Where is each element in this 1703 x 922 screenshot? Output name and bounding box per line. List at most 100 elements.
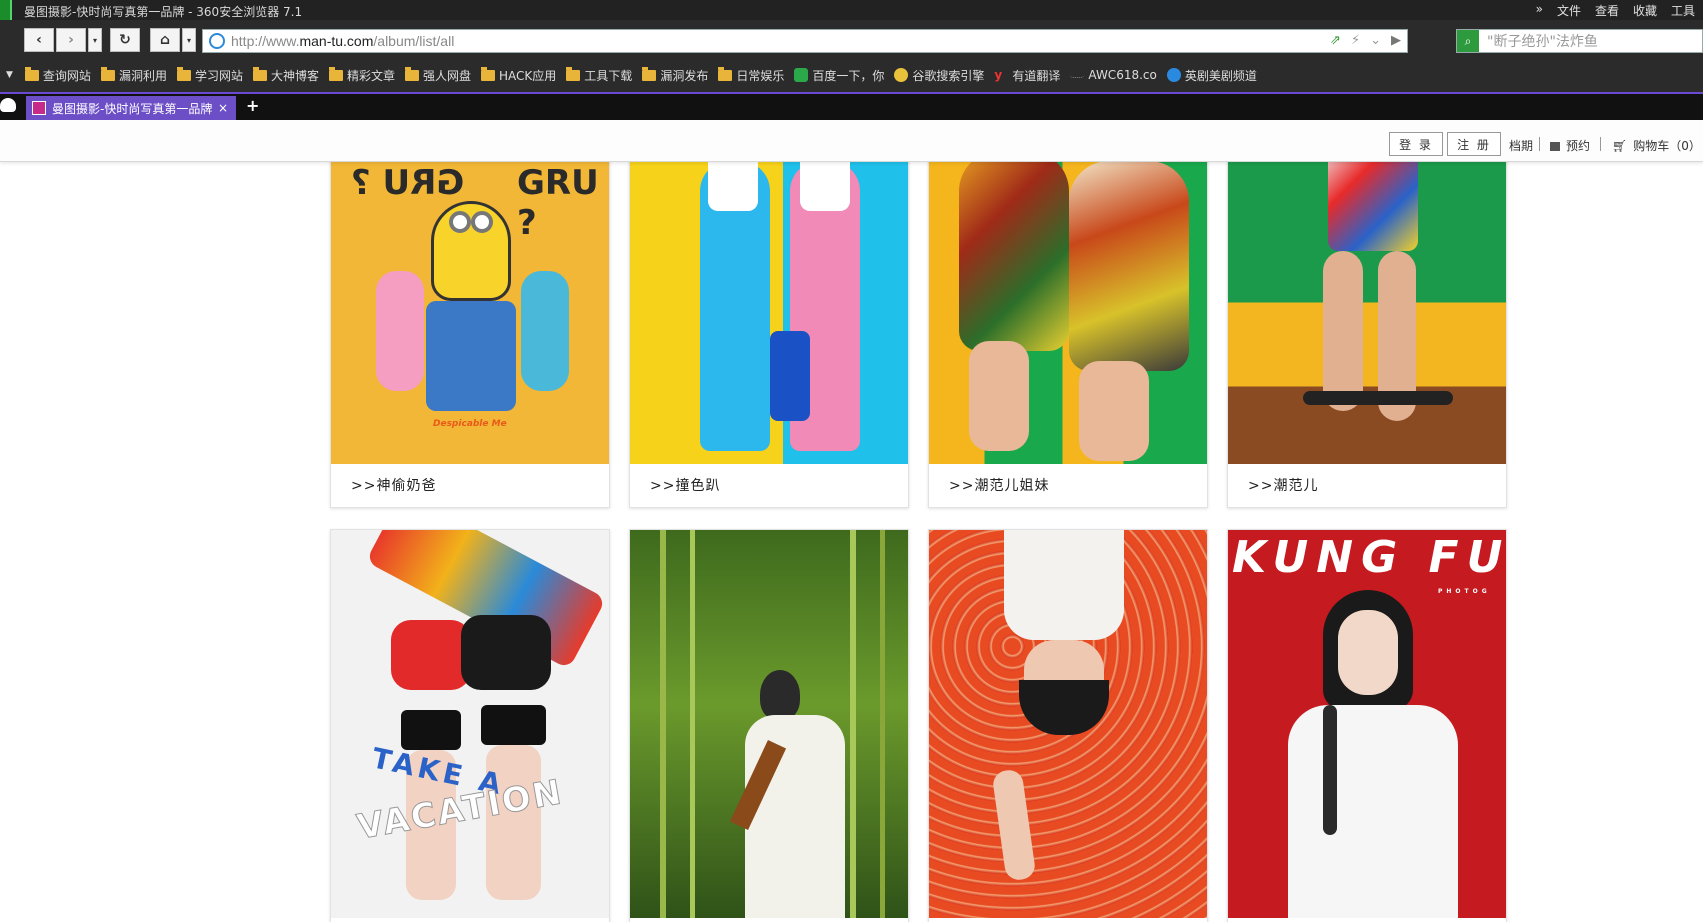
menu-more-button[interactable]: » xyxy=(1536,2,1543,19)
album-card[interactable]: >>潮范儿 xyxy=(1227,140,1507,508)
bookmark-item[interactable]: 精彩文章 xyxy=(328,66,395,84)
album-photo[interactable]: KUNG FU PHOTOG xyxy=(1228,530,1506,918)
cart-icon: 🛒︎ xyxy=(1612,139,1628,153)
album-photo[interactable] xyxy=(630,530,908,918)
folder-icon xyxy=(24,66,39,81)
bamboo-stalk xyxy=(660,530,666,918)
search-box[interactable]: ⌕ "断子绝孙"法炸鱼 xyxy=(1456,29,1703,53)
home-dropdown-button[interactable]: ▾ xyxy=(182,28,196,52)
schedule-link[interactable]: 档期 xyxy=(1509,137,1533,154)
search-engine-icon[interactable]: ⌕ xyxy=(1457,30,1479,52)
share-icon[interactable]: ⇗ xyxy=(1330,33,1341,48)
bookmark-item[interactable]: 工具下载 xyxy=(566,66,633,84)
speed-mode-icon[interactable]: ⚡ xyxy=(1351,33,1360,48)
cloud-icon[interactable] xyxy=(0,98,16,112)
album-caption[interactable]: >>神偷奶爸 xyxy=(351,475,436,495)
youdao-icon: y xyxy=(994,68,1003,82)
go-icon[interactable]: ▶ xyxy=(1391,33,1401,48)
bookmark-item[interactable]: 大神博客 xyxy=(252,66,319,84)
menu-view[interactable]: 查看 xyxy=(1595,2,1619,19)
minion-goggle xyxy=(471,211,493,233)
forward-button[interactable]: › xyxy=(56,28,86,52)
menu-favorites[interactable]: 收藏 xyxy=(1633,2,1657,19)
folder-icon xyxy=(718,66,733,81)
bookmark-label: 工具下载 xyxy=(584,68,633,83)
minion-overalls xyxy=(426,301,516,411)
url-path: /album/list/all xyxy=(373,33,455,49)
bookmark-item[interactable]: 百度一下，你 xyxy=(794,67,884,84)
refresh-button[interactable]: ↻ xyxy=(110,28,140,52)
model-arm xyxy=(991,768,1037,882)
bookmark-label: 学习网站 xyxy=(194,68,243,83)
menu-tools[interactable]: 工具 xyxy=(1671,2,1695,19)
bookmark-item[interactable]: y 有道翻译 xyxy=(994,67,1060,84)
bookmarks-menu-icon[interactable]: ▼ xyxy=(6,70,13,80)
chevron-down-icon[interactable]: ⌄ xyxy=(1370,33,1381,48)
album-photo[interactable] xyxy=(929,530,1207,918)
bookmark-label: 谷歌搜索引擎 xyxy=(912,68,985,83)
back-button[interactable]: ‹ xyxy=(24,28,54,52)
bookmark-item[interactable]: 日常娱乐 xyxy=(718,66,784,84)
bookmarks-bar: ▼ 查询网站 漏洞利用 学习网站 大神博客 精彩文章 强人网盘 HACK应用 工… xyxy=(0,58,1703,92)
album-card[interactable]: GRU ? GRU ? Despicable Me >>神偷奶爸 xyxy=(330,140,610,508)
bamboo-stalk xyxy=(690,530,695,918)
album-caption[interactable]: >>潮范儿 xyxy=(1248,475,1318,495)
model-hair xyxy=(1019,680,1109,735)
album-card[interactable] xyxy=(629,529,909,922)
bookmark-item[interactable]: 漏洞利用 xyxy=(100,66,167,84)
album-photo[interactable] xyxy=(1228,141,1506,464)
bookmark-item[interactable]: 漏洞发布 xyxy=(642,66,708,84)
album-photo[interactable] xyxy=(929,141,1207,464)
refresh-icon: ↻ xyxy=(119,32,131,48)
minion-figure xyxy=(431,201,511,301)
register-button[interactable]: 注 册 xyxy=(1447,132,1501,156)
bookmark-item[interactable]: 谷歌搜索引擎 xyxy=(894,67,984,84)
globe-icon xyxy=(209,33,225,49)
album-photo[interactable]: GRU ? GRU ? Despicable Me xyxy=(331,141,609,464)
cart-link[interactable]: 🛒︎ 购物车（0） xyxy=(1612,137,1701,154)
folder-icon xyxy=(566,66,581,81)
album-card[interactable]: KUNG FU PHOTOG xyxy=(1227,529,1507,922)
bookmark-item[interactable]: AWC618.co xyxy=(1070,68,1157,82)
url-domain: man-tu.com xyxy=(299,33,374,49)
album-photo[interactable]: TAKE A VACATION xyxy=(331,530,609,918)
trumpet-prop xyxy=(770,331,810,421)
skateboard xyxy=(1303,391,1453,405)
bookmark-item[interactable]: 英剧美剧频道 xyxy=(1166,67,1257,84)
album-photo[interactable] xyxy=(630,141,908,464)
bamboo-stalk xyxy=(850,530,856,918)
login-button[interactable]: 登 录 xyxy=(1389,132,1443,156)
album-card[interactable]: >>潮范儿姐妹 xyxy=(928,140,1208,508)
model-right xyxy=(521,271,569,391)
address-url[interactable]: http://www.man-tu.com/album/list/all xyxy=(231,33,454,49)
album-card[interactable]: >>撞色趴 xyxy=(629,140,909,508)
new-tab-button[interactable]: + xyxy=(246,96,259,115)
folder-icon xyxy=(642,66,657,81)
minion-goggle xyxy=(449,211,471,233)
tab-active[interactable]: 曼图摄影-快时尚写真第一品牌 × xyxy=(26,96,236,120)
bookmark-item[interactable]: 查询网站 xyxy=(24,66,91,84)
chevron-right-icon: › xyxy=(68,32,74,48)
album-card[interactable]: TAKE A VACATION xyxy=(330,529,610,922)
model-legs xyxy=(1079,361,1149,461)
home-button[interactable]: ⌂ xyxy=(150,28,180,52)
bookmark-label: 漏洞利用 xyxy=(118,68,167,83)
address-bar[interactable]: http://www.man-tu.com/album/list/all ⇗ ⚡… xyxy=(202,29,1408,53)
search-input[interactable]: "断子绝孙"法炸鱼 xyxy=(1487,31,1598,51)
folder-icon xyxy=(252,66,267,81)
close-icon[interactable]: × xyxy=(218,101,228,115)
model-red-top xyxy=(391,620,471,690)
folder-icon xyxy=(405,66,419,81)
menu-file[interactable]: 文件 xyxy=(1557,2,1581,19)
bookmark-item[interactable]: 学习网站 xyxy=(176,66,243,84)
model-left xyxy=(959,151,1069,351)
album-caption[interactable]: >>潮范儿姐妹 xyxy=(949,475,1049,495)
album-caption[interactable]: >>撞色趴 xyxy=(650,475,720,495)
model-shorts xyxy=(401,710,461,750)
booking-link[interactable]: 预约 xyxy=(1550,137,1590,154)
play-icon xyxy=(1166,68,1181,82)
history-dropdown-button[interactable]: ▾ xyxy=(88,28,102,52)
bookmark-item[interactable]: 强人网盘 xyxy=(405,66,471,84)
album-card[interactable] xyxy=(928,529,1208,922)
bookmark-item[interactable]: HACK应用 xyxy=(481,66,556,84)
